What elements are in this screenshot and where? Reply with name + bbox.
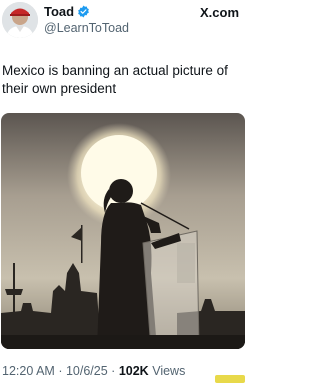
meta-separator: · bbox=[111, 364, 116, 378]
tweet-date[interactable]: 10/6/25 bbox=[66, 364, 108, 378]
tweet-meta: 12:20 AM · 10/6/25 · 102K Views bbox=[2, 364, 185, 378]
author-name-row[interactable]: Toad bbox=[44, 4, 90, 19]
watermark-logo bbox=[215, 375, 245, 383]
tweet-text: Mexico is banning an actual picture of t… bbox=[2, 63, 228, 96]
views-label: Views bbox=[152, 364, 186, 378]
silhouette-photo bbox=[1, 113, 245, 349]
avatar[interactable] bbox=[2, 2, 38, 38]
author-handle[interactable]: @LearnToToad bbox=[44, 21, 129, 35]
avatar-image bbox=[2, 2, 38, 38]
meta-separator: · bbox=[58, 364, 63, 378]
site-label: X.com bbox=[199, 5, 239, 20]
verified-badge-icon bbox=[77, 5, 90, 18]
tweet-time[interactable]: 12:20 AM bbox=[2, 364, 55, 378]
tweet-card: Toad @LearnToToad X.com Mexico is bannin… bbox=[0, 0, 247, 384]
views-count: 102K bbox=[118, 364, 149, 378]
tweet-photo[interactable] bbox=[1, 113, 245, 349]
author-name[interactable]: Toad bbox=[44, 4, 74, 19]
